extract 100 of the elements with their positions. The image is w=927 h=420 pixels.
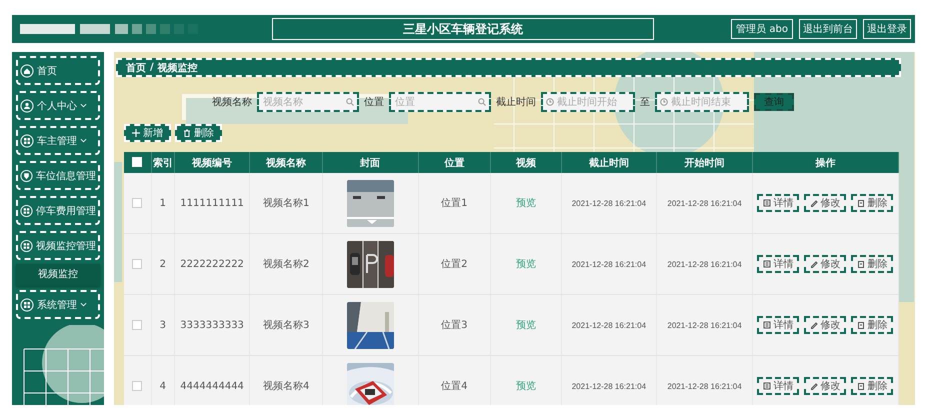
breadcrumb-item[interactable]: 视频监控 [158, 60, 198, 74]
edit-button[interactable]: 修改 [804, 316, 846, 334]
table-cell: 2021-12-28 16:21:04 [572, 382, 646, 390]
grid-icon [20, 238, 33, 252]
grid-icon [20, 204, 33, 218]
trash-icon [857, 382, 866, 390]
row-checkbox[interactable] [132, 198, 142, 208]
add-button[interactable]: 新增 [124, 124, 171, 142]
trash-icon [183, 129, 191, 137]
field-label: 视频名称 [212, 96, 252, 109]
header-link[interactable]: 退出登录 [863, 19, 911, 39]
column-header: 操作 [815, 158, 836, 168]
column-header: 位置 [444, 158, 464, 168]
chevron-icon [80, 301, 87, 308]
date-field[interactable]: 截止时间结束 [655, 92, 749, 112]
user-icon [20, 98, 34, 112]
row-checkbox[interactable] [132, 320, 142, 330]
delete-row-button[interactable]: 删除 [851, 377, 894, 395]
header-link[interactable]: 退出到前台 [799, 19, 857, 39]
table-cell: 2021-12-28 16:21:04 [572, 260, 646, 268]
column-header: 视频 [516, 158, 536, 168]
document-icon [763, 199, 772, 207]
table-cell: 位置4 [441, 381, 468, 392]
trash-icon [857, 199, 866, 207]
sidebar-item[interactable]: 视频监控管理 [16, 231, 100, 260]
table-cell: 位置2 [441, 259, 468, 270]
delete-row-button[interactable]: 删除 [851, 316, 894, 334]
document-icon [763, 321, 772, 329]
table-cell: 位置1 [441, 198, 468, 209]
clock-icon [546, 98, 554, 106]
search-icon [346, 98, 354, 106]
table-cell: 2021-12-28 16:21:04 [667, 382, 742, 390]
column-header: 视频名称 [266, 158, 306, 168]
table-cell: 位置3 [441, 320, 468, 331]
table-cell: 4 [160, 380, 166, 392]
table-cell: 视频名称3 [262, 320, 310, 331]
pencil-icon [810, 260, 818, 268]
grid-icon [20, 134, 34, 148]
field-label: 截止时间 [496, 96, 536, 109]
search-field[interactable]: 位置 [389, 92, 491, 112]
sidebar-item[interactable]: 首页 [16, 56, 100, 85]
breadcrumb-item[interactable]: 首页 [126, 60, 146, 74]
plus-icon [132, 129, 140, 137]
home-icon [20, 64, 34, 78]
field-label: 位置 [364, 96, 384, 109]
sidebar-item[interactable]: 停车费用管理 [16, 196, 100, 225]
select-all-checkbox[interactable] [132, 157, 142, 168]
table-cell: 2 [160, 258, 166, 270]
table-cell: 视频名称2 [262, 259, 310, 270]
user-name: 管理员 abo [731, 19, 793, 39]
document-icon [763, 382, 772, 390]
trash-icon [857, 260, 866, 268]
table-cell: 2021-12-28 16:21:04 [667, 320, 742, 330]
table-cell: 2222222222 [180, 258, 244, 270]
sidebar-item[interactable]: 车主管理 [16, 126, 100, 155]
chevron-icon [80, 102, 87, 109]
sidebar-subitem[interactable]: 视频监控 [16, 264, 100, 286]
edit-button[interactable]: 修改 [804, 377, 846, 395]
trash-icon [857, 321, 866, 329]
pencil-icon [810, 382, 818, 390]
column-header: 视频编号 [192, 158, 232, 168]
table-cell: 4444444444 [180, 380, 244, 392]
details-button[interactable]: 详情 [757, 377, 800, 395]
table-cell: 2021-12-28 16:21:04 [572, 320, 646, 330]
sidebar-item[interactable]: 个人中心 [16, 91, 100, 120]
breadcrumb-separator: / [150, 62, 154, 73]
table-cell: 3333333333 [180, 320, 244, 330]
details-button[interactable]: 详情 [757, 194, 800, 212]
edit-button[interactable]: 修改 [804, 194, 846, 212]
column-header: 封面 [360, 158, 380, 168]
edit-button[interactable]: 修改 [804, 255, 846, 273]
table-cell: 2021-12-28 16:21:04 [667, 260, 742, 268]
document-icon [763, 260, 772, 268]
search-icon [478, 98, 486, 106]
column-header: 索引 [152, 158, 173, 168]
row-checkbox[interactable] [132, 380, 142, 391]
row-checkbox[interactable] [132, 258, 142, 269]
sidebar-item[interactable]: 车位信息管理 [16, 161, 100, 190]
pencil-icon [810, 321, 818, 329]
chevron-icon [80, 137, 87, 144]
delete-button[interactable]: 删除 [175, 124, 222, 142]
table-cell: 2021-12-28 16:21:04 [572, 198, 646, 208]
clock-icon [660, 98, 668, 106]
pin-icon [20, 168, 33, 182]
column-header: 截止时间 [588, 158, 629, 168]
details-button[interactable]: 详情 [757, 316, 800, 334]
range-separator: 至 [640, 96, 650, 109]
delete-row-button[interactable]: 删除 [851, 255, 894, 273]
table-cell: 2021-12-28 16:21:04 [667, 198, 742, 208]
sidebar-item[interactable]: 系统管理 [16, 290, 100, 319]
table-cell: 1 [160, 198, 166, 208]
column-header: 开始时间 [684, 158, 725, 168]
app-title: 三星小区车辆登记系统 [272, 18, 654, 40]
details-button[interactable]: 详情 [757, 255, 800, 273]
search-field[interactable]: 视频名称 [257, 92, 359, 112]
date-field[interactable]: 截止时间开始 [541, 92, 635, 112]
delete-row-button[interactable]: 删除 [851, 194, 894, 212]
table-cell: 视频名称4 [262, 381, 310, 392]
table-cell: 3 [160, 320, 166, 330]
table-cell: 视频名称1 [262, 198, 310, 209]
